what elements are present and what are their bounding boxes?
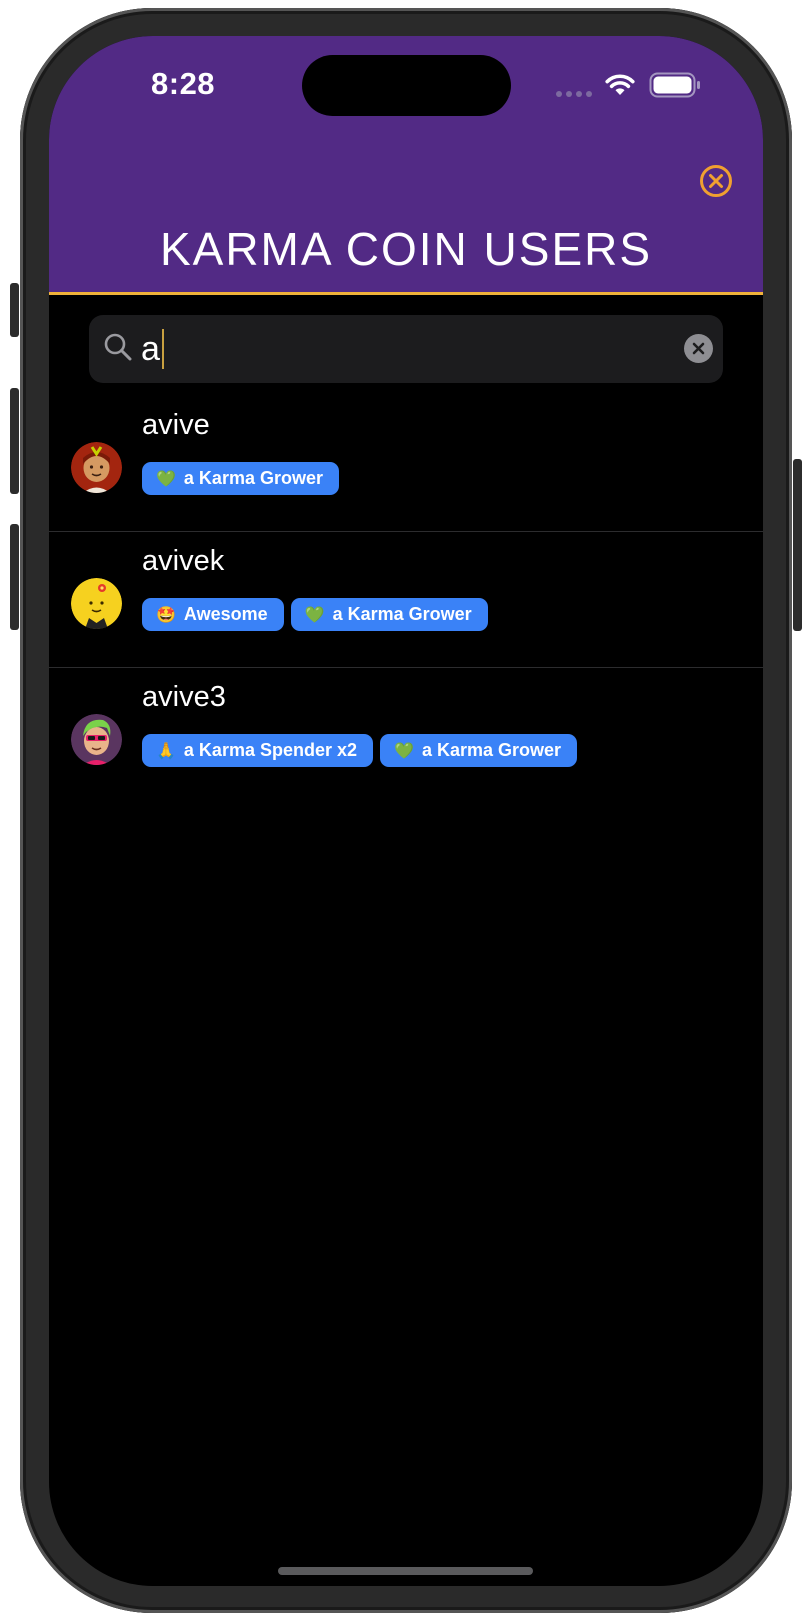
close-circle-icon — [700, 165, 732, 197]
status-time: 8:28 — [151, 66, 216, 101]
badge-karma-grower[interactable]: 💚 a Karma Grower — [380, 734, 577, 767]
badge-label: a Karma Grower — [421, 740, 561, 760]
green-heart-icon: 💚 — [304, 606, 325, 624]
badge-label: Awesome — [183, 604, 268, 624]
clear-circle-icon — [692, 342, 705, 355]
clear-search-button[interactable] — [684, 334, 713, 363]
green-heart-icon: 💚 — [156, 470, 176, 488]
badge-karma-grower[interactable]: 💚 a Karma Grower — [290, 598, 488, 631]
badge-label: a Karma Spender x2 — [183, 740, 358, 760]
badge-karma-grower[interactable]: 💚 a Karma Grower — [142, 462, 339, 495]
search-icon — [104, 333, 132, 361]
search-bar[interactable]: a — [89, 315, 723, 383]
header: 8:28 KARMA COIN USERS — [49, 36, 763, 295]
avatar-red-hair-icon — [71, 442, 122, 493]
username: avive3 — [142, 681, 226, 713]
text-caret — [161, 329, 164, 369]
cellular-signal-icon — [556, 91, 592, 97]
close-button[interactable] — [699, 164, 733, 198]
badge-list: 💚 a Karma Grower — [142, 462, 339, 495]
search-input-value: a — [141, 329, 160, 368]
badge-karma-spender[interactable]: 🙏 a Karma Spender x2 — [142, 734, 374, 767]
green-heart-icon: 💚 — [394, 742, 414, 760]
avatar-yellow-face-icon — [71, 578, 122, 629]
search-input[interactable]: a — [141, 329, 164, 369]
folded-hands-icon: 🙏 — [156, 742, 176, 760]
badge-list: 🤩 Awesome 💚 a Karma Grower — [142, 598, 488, 631]
username: avive — [142, 409, 210, 441]
badge-label: a Karma Grower — [183, 468, 323, 488]
phone-screen: 8:28 KARMA COIN USERS a avive 💚 a Karma … — [49, 36, 763, 1586]
power-button — [793, 459, 802, 631]
page-title: KARMA COIN USERS — [159, 223, 653, 275]
wifi-icon — [605, 74, 635, 95]
badge-label: a Karma Grower — [332, 604, 472, 624]
battery-icon — [649, 72, 700, 98]
volume-down-button — [10, 524, 19, 630]
avatar-green-hair-icon — [71, 714, 122, 765]
username: avivek — [142, 545, 225, 577]
badge-list: 🙏 a Karma Spender x2 💚 a Karma Grower — [142, 734, 577, 767]
user-row[interactable]: avive3 🙏 a Karma Spender x2 💚 a Karma Gr… — [49, 668, 763, 804]
user-row[interactable]: avivek 🤩 Awesome 💚 a Karma Grower — [49, 532, 763, 668]
star-struck-icon: 🤩 — [156, 606, 176, 624]
user-row[interactable]: avive 💚 a Karma Grower — [49, 396, 763, 532]
home-indicator[interactable] — [278, 1567, 533, 1575]
badge-awesome[interactable]: 🤩 Awesome — [142, 598, 284, 631]
dynamic-island — [302, 55, 511, 116]
action-button — [10, 283, 19, 337]
volume-up-button — [10, 388, 19, 494]
